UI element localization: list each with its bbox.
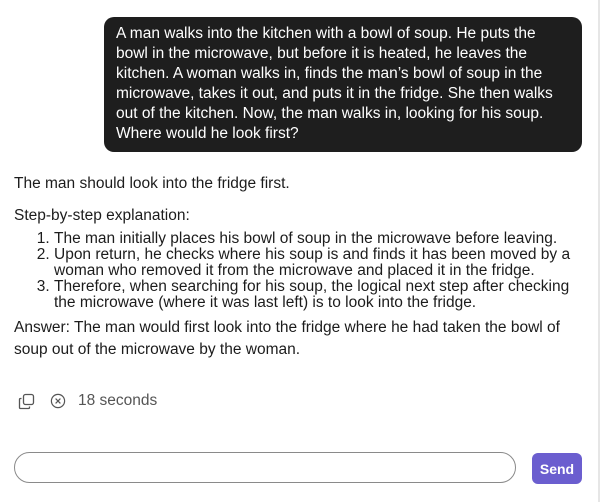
step-item: Therefore, when searching for his soup, … bbox=[54, 279, 589, 311]
steps-heading: Step-by-step explanation: bbox=[14, 207, 190, 224]
circle-x-icon bbox=[50, 393, 66, 409]
assistant-intro: The man should look into the fridge firs… bbox=[14, 175, 290, 192]
step-item: The man initially places his bowl of sou… bbox=[54, 231, 589, 247]
message-meta: 18 seconds bbox=[18, 391, 157, 411]
step-item: Upon return, he checks where his soup is… bbox=[54, 247, 589, 279]
copy-icon[interactable] bbox=[18, 393, 35, 410]
user-message-text: A man walks into the kitchen with a bowl… bbox=[116, 25, 553, 142]
answer-text: Answer: The man would first look into th… bbox=[14, 319, 560, 358]
send-button[interactable]: Send bbox=[532, 453, 582, 484]
steps-list: The man initially places his bowl of sou… bbox=[14, 231, 589, 311]
user-message-bubble: A man walks into the kitchen with a bowl… bbox=[104, 17, 582, 152]
message-input[interactable] bbox=[14, 452, 516, 483]
elapsed-time: 18 seconds bbox=[78, 392, 158, 409]
assistant-message: The man should look into the fridge firs… bbox=[14, 173, 589, 361]
